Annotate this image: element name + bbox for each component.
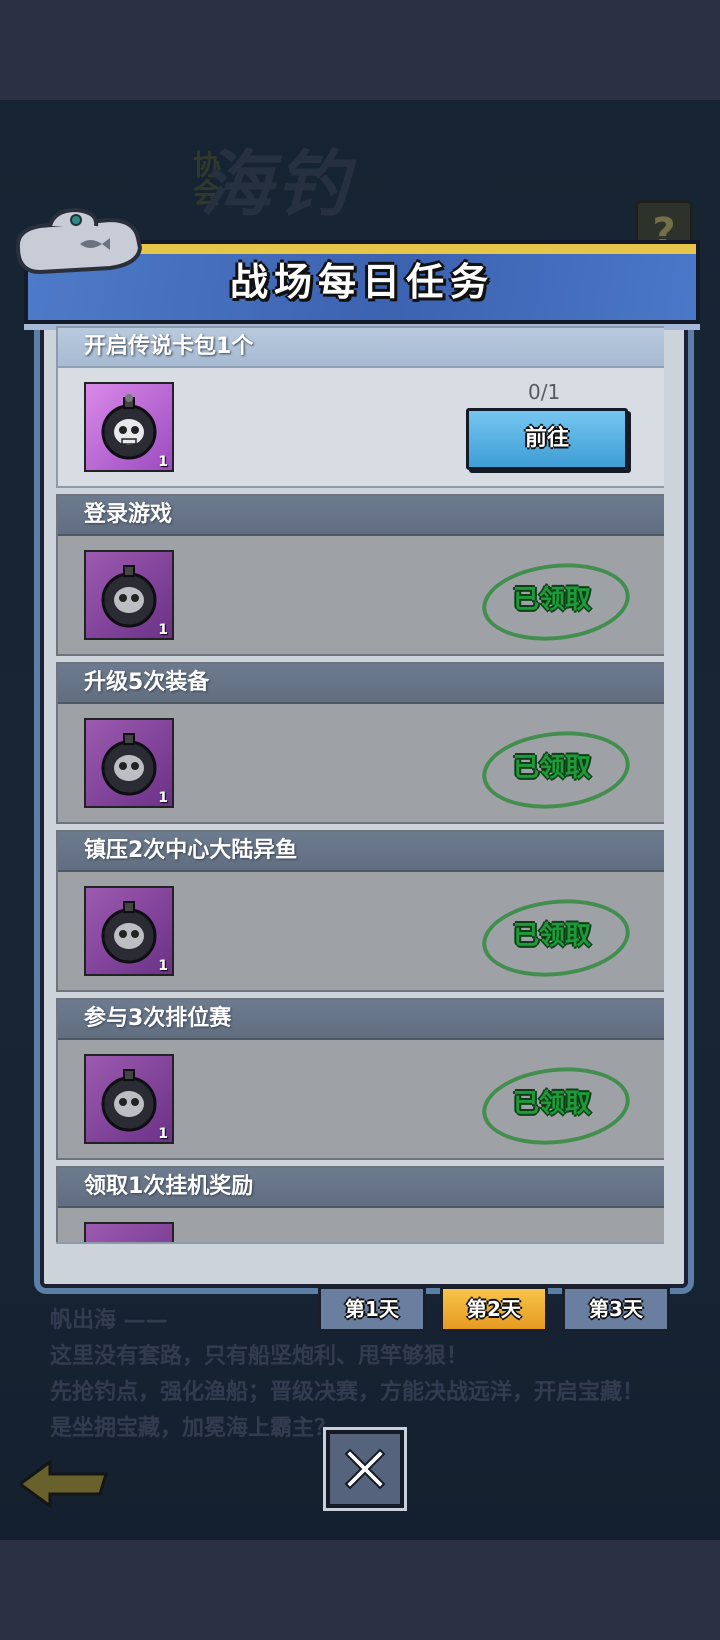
claimed-stamp: 已领取 [478,556,634,648]
tab-day-1[interactable]: 第1天 [318,1286,426,1332]
close-x-icon [344,1448,386,1490]
stamp-text: 已领取 [512,585,591,615]
reward-quantity: 1 [158,622,168,638]
task-header: 开启传说卡包1个 [58,328,664,368]
task-list[interactable]: 开启传说卡包1个 1 0/1 前往 登录游戏 1 已领取 升级5次装备 1 已领… [56,326,664,1242]
task-header: 升级5次装备 [58,664,664,704]
task-progress: 0/1 [528,380,561,404]
claimed-stamp: 已领取 [478,892,634,984]
skull-bomb-icon [101,1069,157,1132]
reward-slot[interactable]: 1 [84,1054,174,1144]
claimed-stamp: 已领取 [478,724,634,816]
bottom-letterbox [0,1540,720,1640]
fish-clip-icon [15,208,142,275]
skull-bomb-icon [101,394,157,460]
reward-slot[interactable]: 1 [84,1222,174,1242]
stamp-text: 已领取 [512,753,591,783]
reward-slot[interactable]: 1 [84,382,174,472]
skull-bomb-icon [101,733,157,796]
tab-day-3[interactable]: 第3天 [562,1286,670,1332]
task-name: 升级5次装备 [84,670,210,695]
task-item-login: 登录游戏 1 已领取 [56,494,664,656]
reward-quantity: 1 [158,454,168,470]
task-header: 领取1次挂机奖励 [58,1168,664,1208]
tab-day-2[interactable]: 第2天 [440,1286,548,1332]
reward-quantity: 1 [158,1126,168,1142]
task-name: 参与3次排位赛 [84,1006,232,1031]
stamp-text: 已领取 [512,921,591,951]
reward-slot[interactable]: 1 [84,550,174,640]
task-item-ranked-match: 参与3次排位赛 1 已领取 [56,998,664,1160]
reward-slot[interactable]: 1 [84,886,174,976]
close-button[interactable] [326,1430,404,1508]
task-name: 镇压2次中心大陆异鱼 [84,838,298,863]
top-letterbox [0,0,720,100]
task-header: 参与3次排位赛 [58,1000,664,1040]
task-header: 登录游戏 [58,496,664,536]
go-button[interactable]: 前往 [466,408,628,470]
task-item-open-legend-pack: 开启传说卡包1个 1 0/1 前往 [56,326,664,488]
task-name: 领取1次挂机奖励 [84,1174,254,1199]
reward-slot[interactable]: 1 [84,718,174,808]
task-item-idle-reward: 领取1次挂机奖励 1 [56,1166,664,1242]
task-name: 登录游戏 [84,502,173,527]
reward-quantity: 1 [158,958,168,974]
stamp-text: 已领取 [512,1089,591,1119]
reward-quantity: 1 [158,790,168,806]
task-item-suppress-fish: 镇压2次中心大陆异鱼 1 已领取 [56,830,664,992]
task-name: 开启传说卡包1个 [84,334,254,359]
skull-bomb-icon [101,901,157,964]
claimed-stamp: 已领取 [478,1060,634,1152]
skull-bomb-icon [101,565,157,628]
task-header: 镇压2次中心大陆异鱼 [58,832,664,872]
list-bottom-divider [56,1242,664,1244]
task-item-upgrade-equipment: 升级5次装备 1 已领取 [56,662,664,824]
